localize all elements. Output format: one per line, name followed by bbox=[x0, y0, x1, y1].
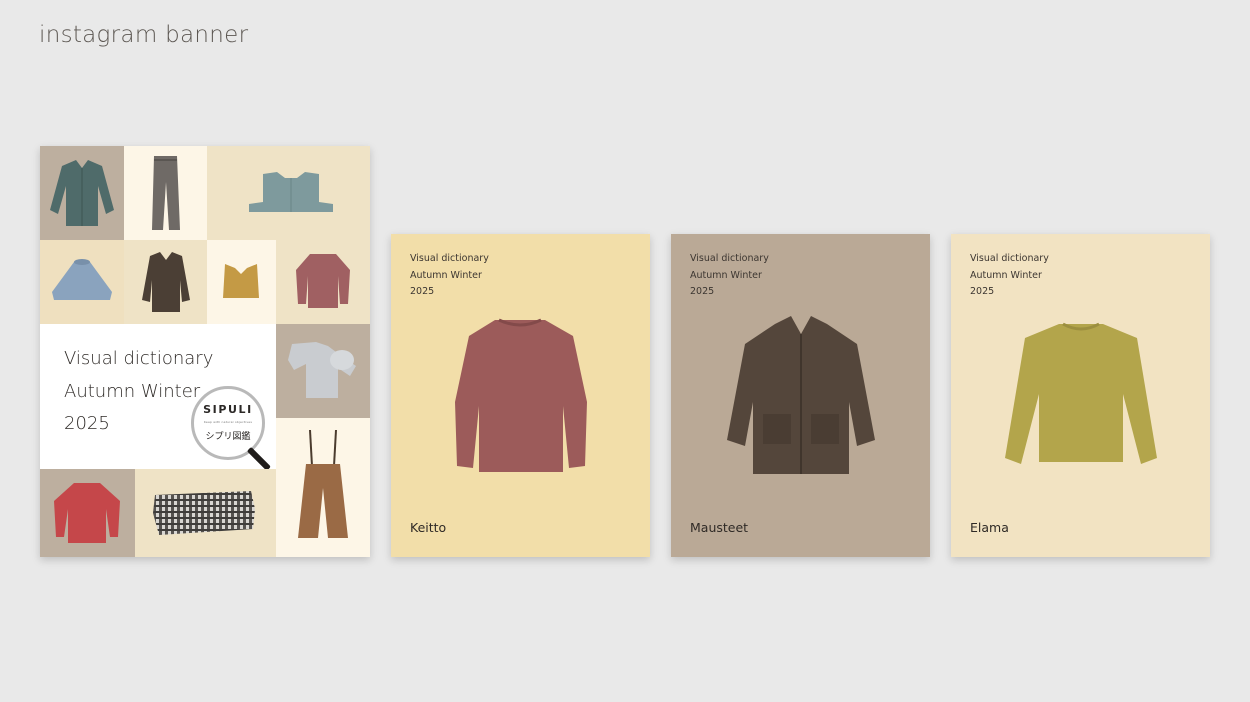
cover-cell-check-pants bbox=[135, 469, 276, 557]
card-keitto[interactable]: Visual dictionary Autumn Winter 2025 Kei… bbox=[391, 234, 650, 557]
cover-cell-hoodie bbox=[276, 324, 370, 418]
fleece-jacket-image bbox=[727, 316, 875, 474]
hoodie-image bbox=[288, 342, 356, 398]
card-name: Elama bbox=[970, 520, 1009, 535]
trousers-image bbox=[152, 156, 180, 230]
olive-sweater-image bbox=[1005, 322, 1157, 464]
card-mausteet[interactable]: Visual dictionary Autumn Winter 2025 Mau… bbox=[671, 234, 930, 557]
poncho-image bbox=[52, 259, 112, 300]
check-pants-image bbox=[153, 491, 255, 535]
cover-cell-sweater bbox=[276, 240, 370, 324]
cover-cell-overalls bbox=[276, 418, 370, 557]
cardigan-image bbox=[50, 160, 114, 226]
sweater-image bbox=[296, 254, 350, 308]
overalls-image bbox=[298, 429, 348, 538]
cover-line-1: Visual dictionary bbox=[64, 348, 214, 369]
brand-logo: SIPULI bbox=[203, 403, 253, 416]
cover-banner[interactable]: Visual dictionary Autumn Winter 2025 SIP… bbox=[40, 146, 370, 557]
dress-image bbox=[249, 172, 333, 212]
brand-tagline: Keep with natural objectives bbox=[203, 420, 253, 424]
brand-japanese: シプリ図鑑 bbox=[205, 432, 251, 442]
cover-cell-vest bbox=[207, 240, 276, 324]
knit-sweater-image bbox=[455, 318, 587, 472]
card-name: Keitto bbox=[410, 520, 447, 535]
card-name: Mausteet bbox=[690, 520, 749, 535]
card-elama[interactable]: Visual dictionary Autumn Winter 2025 Ela… bbox=[951, 234, 1210, 557]
cover-cell-jacket bbox=[124, 240, 207, 324]
vest-image bbox=[223, 264, 259, 298]
cover-cell-cardigan bbox=[40, 146, 124, 240]
cover-line-3: 2025 bbox=[64, 413, 110, 434]
red-sweater-image bbox=[54, 483, 120, 543]
cover-cell-poncho bbox=[40, 240, 124, 324]
jacket-image bbox=[142, 252, 190, 312]
page-title: instagram banner bbox=[39, 22, 249, 48]
cover-cell-red-sweater bbox=[40, 469, 135, 557]
cover-line-2: Autumn Winter bbox=[64, 381, 201, 402]
cover-cell-trousers bbox=[124, 146, 207, 240]
cover-cell-dress bbox=[207, 146, 370, 240]
